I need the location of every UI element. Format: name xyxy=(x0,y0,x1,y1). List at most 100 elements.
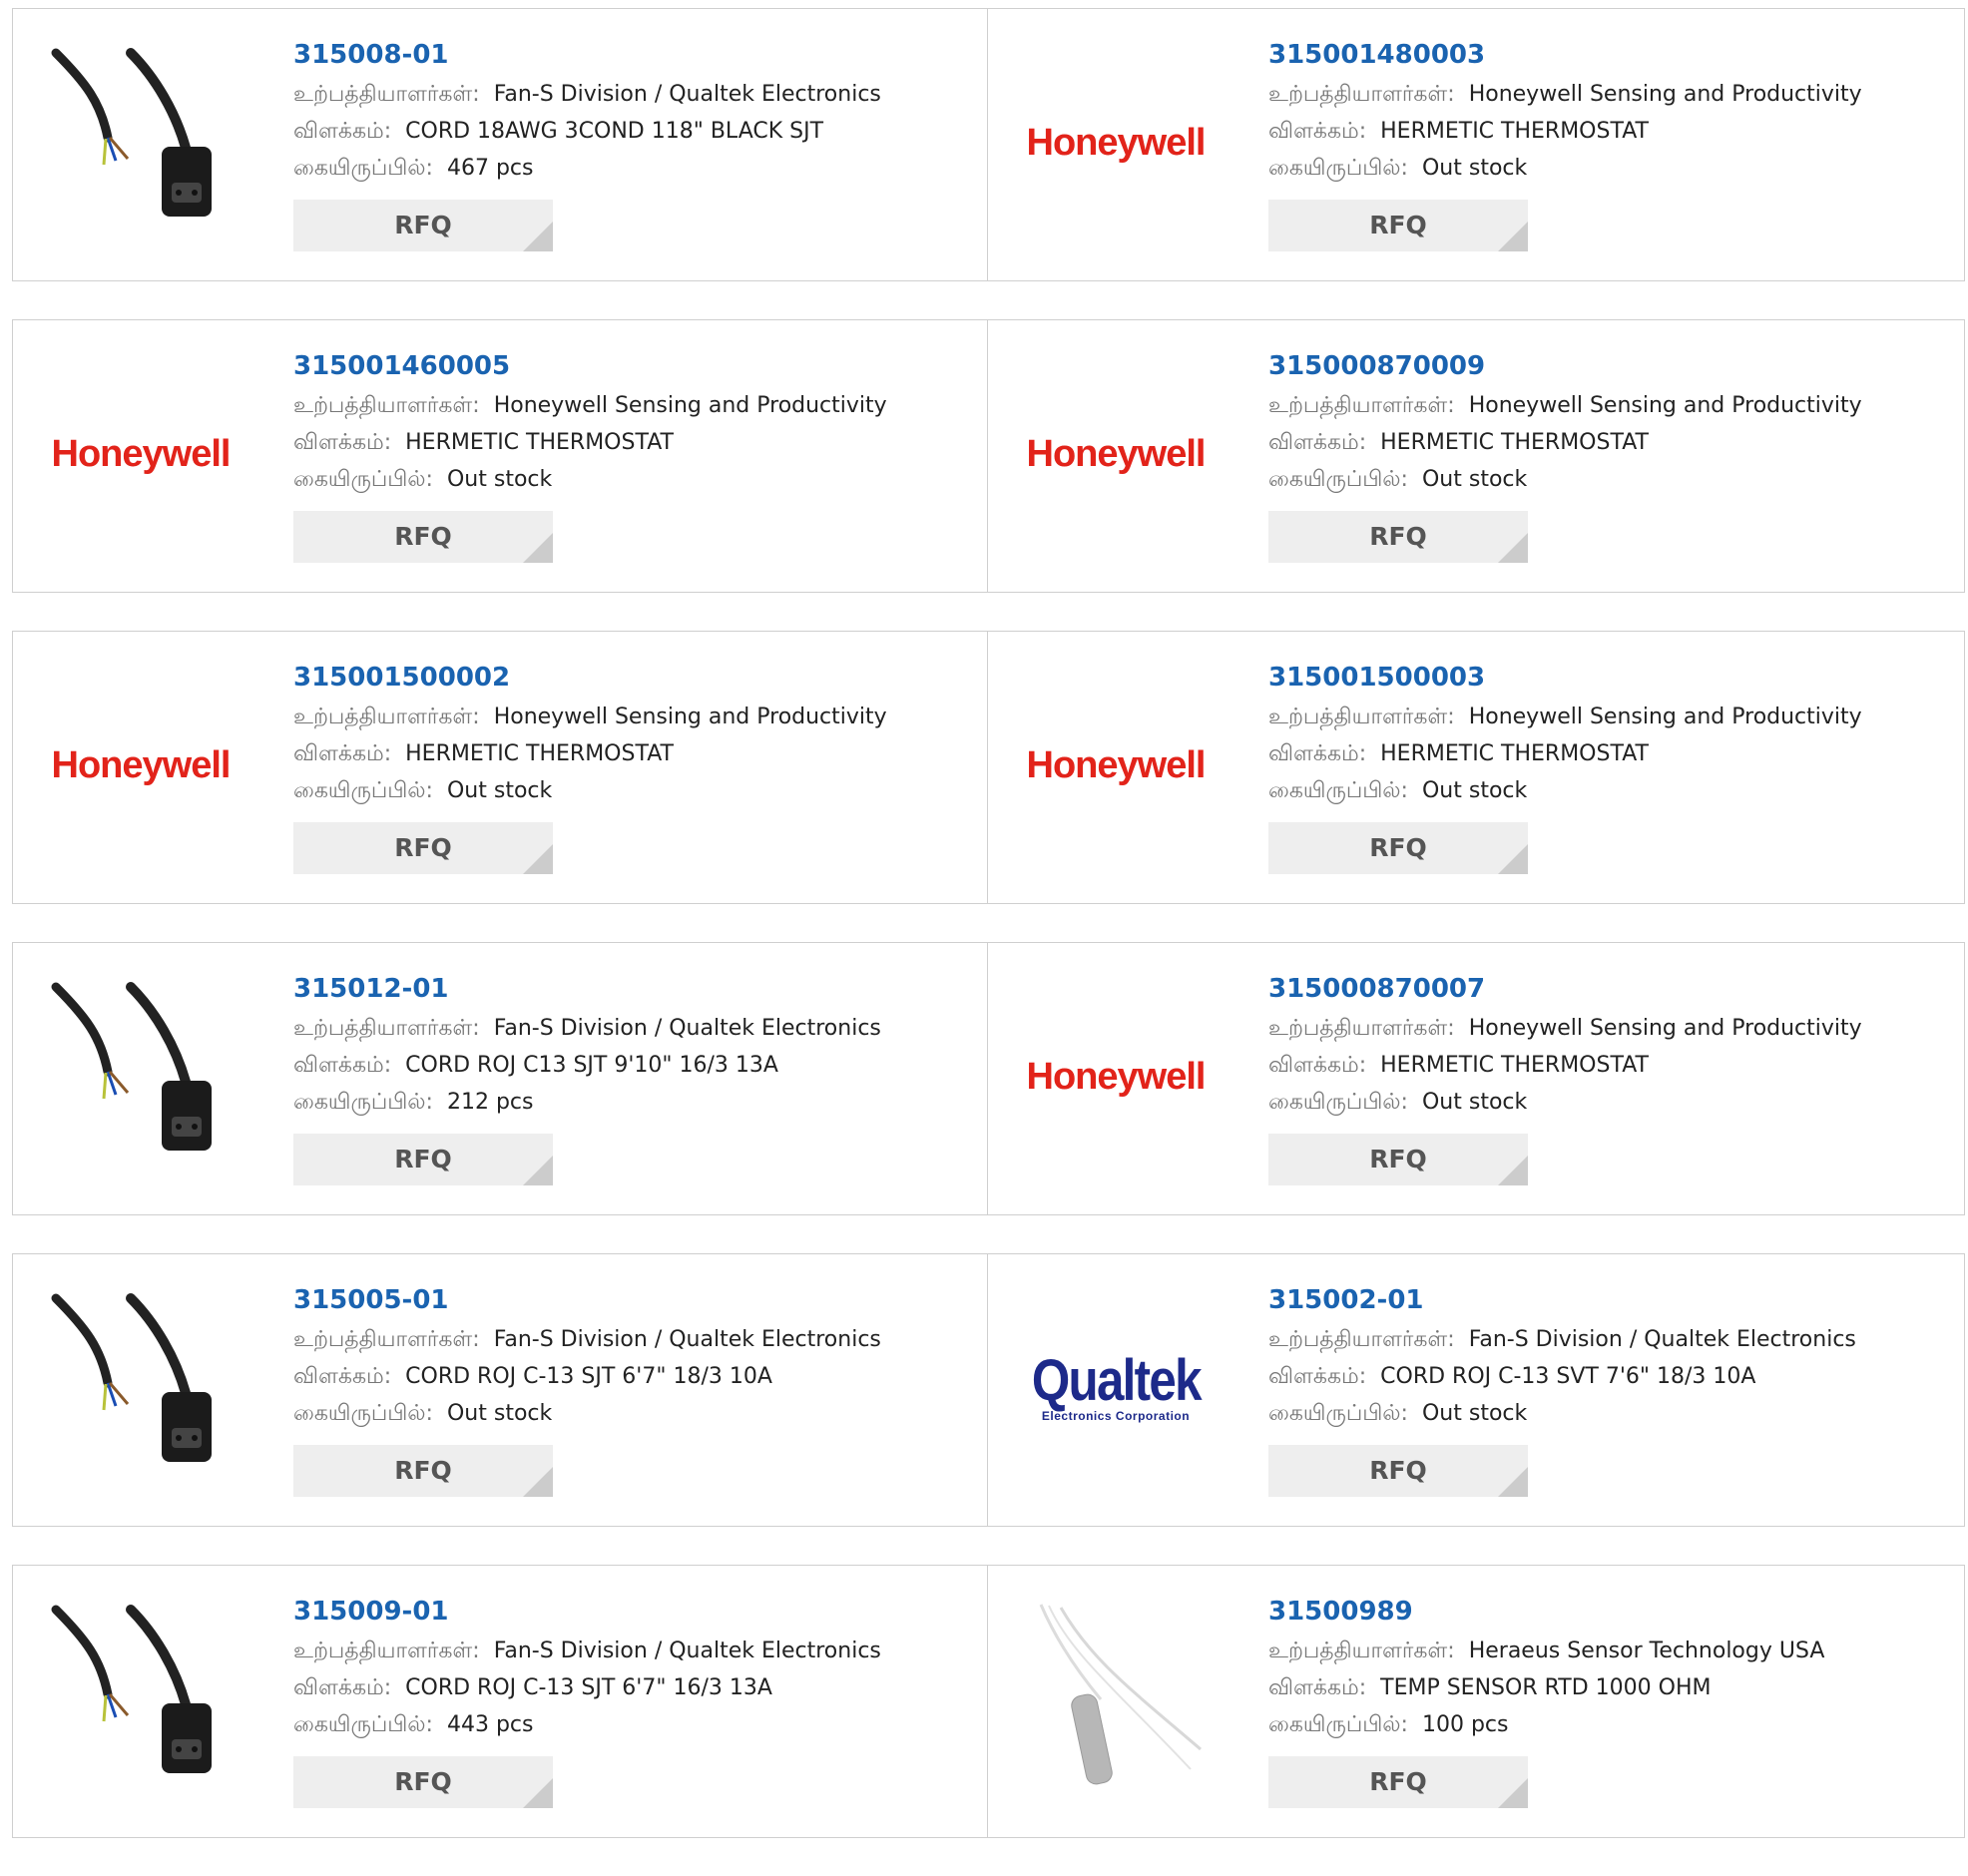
product-card: 315009-01 உற்பத்தியாளர்கள்: Fan-S Divisio… xyxy=(12,1565,988,1838)
stock-row: கையிருப்பில்: Out stock xyxy=(293,462,977,499)
product-card: 31500989 உற்பத்தியாளர்கள்: Heraeus Sensor… xyxy=(988,1565,1965,1838)
stock-value: Out stock xyxy=(446,467,553,492)
manufacturer-label: உற்பத்தியாளர்கள்: xyxy=(293,82,480,107)
rfq-button[interactable]: RFQ xyxy=(1268,200,1528,251)
stock-value: Out stock xyxy=(446,778,553,803)
rfq-button[interactable]: RFQ xyxy=(1268,1756,1528,1808)
description-row: விளக்கம்: HERMETIC THERMOSTAT xyxy=(293,736,977,773)
part-number-link[interactable]: 315000870009 xyxy=(1268,348,1954,388)
manufacturer-value: Honeywell Sensing and Productivity xyxy=(1468,1016,1862,1041)
product-thumbnail[interactable]: Honeywell xyxy=(1016,977,1216,1176)
manufacturer-row: உற்பத்தியாளர்கள்: Fan-S Division / Qualte… xyxy=(293,1011,977,1048)
product-card: Qualtek Electronics Corporation 315002-01… xyxy=(988,1253,1965,1527)
product-thumbnail[interactable]: Honeywell xyxy=(41,354,241,554)
honeywell-logo: Honeywell xyxy=(1026,432,1207,475)
manufacturer-value: Heraeus Sensor Technology USA xyxy=(1468,1639,1825,1663)
part-number-link[interactable]: 315012-01 xyxy=(293,971,977,1011)
rfq-button[interactable]: RFQ xyxy=(293,822,553,874)
product-thumbnail[interactable] xyxy=(41,977,241,1176)
stock-label: கையிருப்பில்: xyxy=(1268,1712,1408,1737)
part-number-link[interactable]: 315005-01 xyxy=(293,1282,977,1322)
manufacturer-row: உற்பத்தியாளர்கள்: Heraeus Sensor Technolo… xyxy=(1268,1634,1954,1670)
product-thumbnail[interactable]: Honeywell xyxy=(1016,354,1216,554)
stock-row: கையிருப்பில்: Out stock xyxy=(1268,1085,1954,1122)
product-info: 315001480003 உற்பத்தியாளர்கள்: Honeywell … xyxy=(1268,37,1954,251)
rfq-button[interactable]: RFQ xyxy=(293,1445,553,1497)
description-label: விளக்கம்: xyxy=(293,1675,392,1700)
product-info: 315005-01 உற்பத்தியாளர்கள்: Fan-S Divisio… xyxy=(293,1282,977,1497)
rfq-button[interactable]: RFQ xyxy=(1268,822,1528,874)
product-info: 315002-01 உற்பத்தியாளர்கள்: Fan-S Divisio… xyxy=(1268,1282,1954,1497)
manufacturer-value: Honeywell Sensing and Productivity xyxy=(1468,393,1862,418)
part-number-link[interactable]: 315001460005 xyxy=(293,348,977,388)
product-info: 315001460005 உற்பத்தியாளர்கள்: Honeywell … xyxy=(293,348,977,563)
product-thumbnail[interactable] xyxy=(41,1600,241,1799)
product-card: Honeywell 315000870009 உற்பத்தியாளர்கள்:… xyxy=(988,319,1965,593)
part-number-link[interactable]: 315000870007 xyxy=(1268,971,1954,1011)
product-card: Honeywell 315001480003 உற்பத்தியாளர்கள்:… xyxy=(988,8,1965,281)
product-row: 315009-01 உற்பத்தியாளர்கள்: Fan-S Divisio… xyxy=(12,1565,1966,1840)
description-row: விளக்கம்: CORD ROJ C-13 SJT 6'7" 16/3 13A xyxy=(293,1670,977,1707)
product-thumbnail[interactable]: Honeywell xyxy=(41,666,241,865)
rfq-button[interactable]: RFQ xyxy=(293,200,553,251)
description-row: விளக்கம்: CORD ROJ C-13 SJT 6'7" 18/3 10A xyxy=(293,1359,977,1396)
manufacturer-row: உற்பத்தியாளர்கள்: Honeywell Sensing and P… xyxy=(1268,1011,1954,1048)
product-card: Honeywell 315001500003 உற்பத்தியாளர்கள்:… xyxy=(988,631,1965,904)
description-label: விளக்கம்: xyxy=(293,1364,392,1389)
rfq-button[interactable]: RFQ xyxy=(293,511,553,563)
stock-value: 212 pcs xyxy=(446,1090,534,1115)
part-number-link[interactable]: 315009-01 xyxy=(293,1594,977,1634)
part-number-link[interactable]: 315001500003 xyxy=(1268,660,1954,700)
description-value: HERMETIC THERMOSTAT xyxy=(1380,1053,1649,1078)
honeywell-logo: Honeywell xyxy=(1026,1055,1207,1098)
part-number-link[interactable]: 315001480003 xyxy=(1268,37,1954,77)
honeywell-logo: Honeywell xyxy=(51,432,232,475)
description-label: விளக்கம்: xyxy=(293,119,392,144)
power-cord-image xyxy=(51,48,212,217)
manufacturer-label: உற்பத்தியாளர்கள்: xyxy=(1268,1327,1455,1352)
product-thumbnail[interactable]: Honeywell xyxy=(1016,666,1216,865)
product-card: Honeywell 315001500002 உற்பத்தியாளர்கள்:… xyxy=(12,631,988,904)
product-thumbnail[interactable]: Qualtek Electronics Corporation xyxy=(1016,1288,1216,1488)
rfq-button[interactable]: RFQ xyxy=(293,1756,553,1808)
manufacturer-row: உற்பத்தியாளர்கள்: Fan-S Division / Qualte… xyxy=(293,1634,977,1670)
product-thumbnail[interactable] xyxy=(1016,1600,1216,1799)
stock-value: 100 pcs xyxy=(1421,1712,1509,1737)
stock-row: கையிருப்பில்: 100 pcs xyxy=(1268,1707,1954,1744)
stock-label: கையிருப்பில்: xyxy=(1268,1401,1408,1426)
manufacturer-row: உற்பத்தியாளர்கள்: Fan-S Division / Qualte… xyxy=(293,77,977,114)
part-number-link[interactable]: 315008-01 xyxy=(293,37,977,77)
stock-row: கையிருப்பில்: Out stock xyxy=(1268,773,1954,810)
stock-row: கையிருப்பில்: Out stock xyxy=(293,773,977,810)
stock-row: கையிருப்பில்: Out stock xyxy=(1268,462,1954,499)
description-value: TEMP SENSOR RTD 1000 OHM xyxy=(1380,1675,1712,1700)
product-thumbnail[interactable] xyxy=(41,1288,241,1488)
product-thumbnail[interactable] xyxy=(41,43,241,242)
product-info: 315012-01 உற்பத்தியாளர்கள்: Fan-S Divisio… xyxy=(293,971,977,1185)
description-value: HERMETIC THERMOSTAT xyxy=(1380,741,1649,766)
rfq-button[interactable]: RFQ xyxy=(1268,1134,1528,1185)
rfq-button[interactable]: RFQ xyxy=(293,1134,553,1185)
stock-row: கையிருப்பில்: Out stock xyxy=(1268,1396,1954,1433)
qualtek-logo: Qualtek Electronics Corporation xyxy=(1017,1352,1216,1424)
stock-value: Out stock xyxy=(1421,778,1528,803)
stock-value: Out stock xyxy=(1421,1090,1528,1115)
product-thumbnail[interactable]: Honeywell xyxy=(1016,43,1216,242)
manufacturer-value: Fan-S Division / Qualtek Electronics xyxy=(1468,1327,1856,1352)
description-row: விளக்கம்: HERMETIC THERMOSTAT xyxy=(1268,425,1954,462)
manufacturer-label: உற்பத்தியாளர்கள்: xyxy=(1268,393,1455,418)
manufacturer-row: உற்பத்தியாளர்கள்: Honeywell Sensing and P… xyxy=(293,388,977,425)
manufacturer-row: உற்பத்தியாளர்கள்: Honeywell Sensing and P… xyxy=(293,700,977,736)
part-number-link[interactable]: 315002-01 xyxy=(1268,1282,1954,1322)
product-card: 315008-01 உற்பத்தியாளர்கள்: Fan-S Divisio… xyxy=(12,8,988,281)
description-row: விளக்கம்: CORD 18AWG 3COND 118" BLACK SJT xyxy=(293,114,977,151)
part-number-link[interactable]: 315001500002 xyxy=(293,660,977,700)
honeywell-logo: Honeywell xyxy=(1026,121,1207,164)
description-row: விளக்கம்: HERMETIC THERMOSTAT xyxy=(1268,736,1954,773)
rfq-button[interactable]: RFQ xyxy=(1268,1445,1528,1497)
part-number-link[interactable]: 31500989 xyxy=(1268,1594,1954,1634)
stock-label: கையிருப்பில்: xyxy=(293,1712,433,1737)
stock-value: Out stock xyxy=(1421,467,1528,492)
rfq-button[interactable]: RFQ xyxy=(1268,511,1528,563)
temp-sensor-image xyxy=(1039,1604,1202,1785)
